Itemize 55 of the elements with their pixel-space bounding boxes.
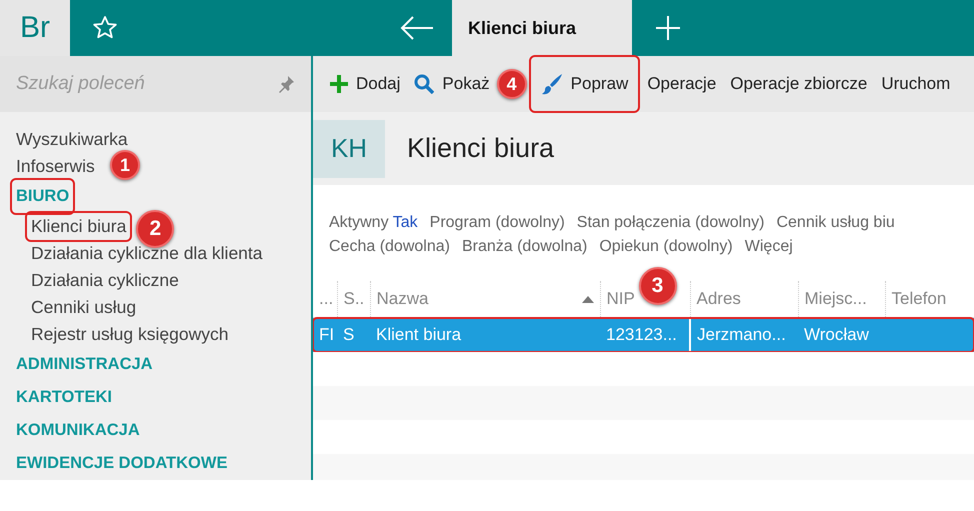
step-number-badge: 4: [496, 69, 527, 99]
table-cell: S: [343, 325, 354, 344]
nav-section[interactable]: ADMINISTRACJA: [12, 348, 157, 381]
column-header[interactable]: ...: [319, 289, 334, 309]
toolbar-button[interactable]: Uruchom: [876, 57, 956, 111]
search-icon: [414, 74, 434, 94]
nav-item[interactable]: Działania cykliczne: [27, 267, 183, 294]
filter-link[interactable]: Cennik usług biu: [776, 211, 895, 235]
column-header[interactable]: S..: [344, 289, 364, 309]
table-row[interactable]: FI S Klient biura 123123... Jerzmano... Wrocław: [313, 318, 974, 352]
column-header[interactable]: NIP: [606, 289, 635, 309]
nav-item[interactable]: Wyszukiwarka: [12, 126, 132, 153]
nav-section[interactable]: BIURO: [12, 180, 74, 213]
filter-link[interactable]: Więcej: [744, 235, 793, 259]
star-icon[interactable]: [92, 15, 118, 41]
page-title: Klienci biura: [407, 133, 554, 164]
brush-icon: [540, 73, 563, 95]
column-header[interactable]: Miejsc...: [804, 289, 867, 309]
table-cell: FI: [319, 325, 334, 344]
step-number-badge: 3: [638, 267, 676, 305]
page-badge: KH: [313, 120, 385, 178]
app-logo: Br: [0, 0, 70, 56]
column-header[interactable]: Telefon: [892, 289, 946, 309]
nav-item[interactable]: Cenniki usług: [27, 294, 140, 321]
column-header[interactable]: Adres: [696, 289, 741, 309]
plus-icon: [330, 75, 348, 93]
filter-link[interactable]: Aktywny Tak: [329, 211, 418, 235]
nav-item[interactable]: Klienci biura: [27, 213, 130, 240]
table-cell: Klient biura: [376, 325, 462, 344]
table-cell: 123123...: [606, 325, 677, 344]
toolbar-button[interactable]: Dodaj: [325, 57, 406, 111]
toolbar-button[interactable]: Operacje zbiorcze: [725, 57, 872, 111]
nav-section[interactable]: KOMUNIKACJA: [12, 414, 144, 447]
filter-link[interactable]: Cecha (dowolna): [329, 235, 450, 259]
nav-section[interactable]: KARTOTEKI: [12, 381, 116, 414]
back-arrow-icon[interactable]: [400, 16, 434, 40]
filter-link[interactable]: Program (dowolny): [430, 211, 565, 235]
tab[interactable]: Klienci biura: [452, 0, 632, 56]
search-input[interactable]: Szukaj poleceń: [16, 73, 269, 95]
table-cell: Wrocław: [804, 325, 869, 344]
nav-item[interactable]: Rejestr usług księgowych: [27, 321, 232, 348]
command-search-field[interactable]: Szukaj poleceń: [0, 56, 311, 112]
toolbar-button[interactable]: Pokaż: [409, 57, 495, 111]
table-cell: Jerzmano...: [697, 325, 786, 344]
plus-icon[interactable]: [655, 15, 681, 41]
step-number-badge: 1: [110, 150, 140, 180]
toolbar-button[interactable]: Operacje: [642, 57, 722, 111]
pin-icon: [277, 75, 295, 93]
nav-section[interactable]: EWIDENCJE DODATKOWE: [12, 447, 232, 480]
column-header[interactable]: Nazwa: [376, 289, 428, 309]
filter-link[interactable]: Stan połączenia (dowolny): [576, 211, 764, 235]
nav-item[interactable]: Infoserwis: [12, 153, 99, 180]
filter-link[interactable]: Opiekun (dowolny): [599, 235, 733, 259]
filter-link[interactable]: Branża (dowolna): [462, 235, 588, 259]
toolbar-button[interactable]: Popraw: [530, 57, 638, 111]
